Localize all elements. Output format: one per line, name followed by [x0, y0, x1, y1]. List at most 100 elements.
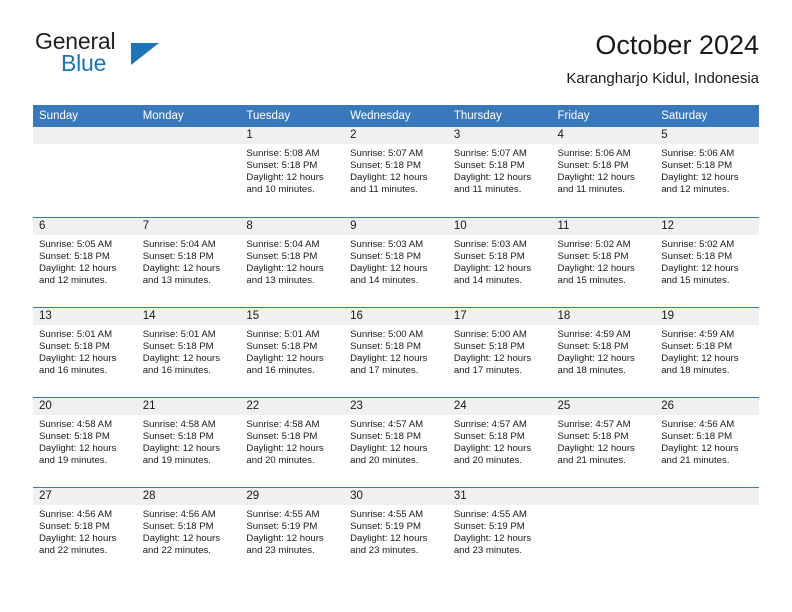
day-number: 27	[33, 487, 137, 505]
calendar-day-cell[interactable]: 25 Sunrise: 4:57 AM Sunset: 5:18 PM Dayligh…	[551, 396, 656, 487]
day-number: 12	[655, 217, 759, 235]
day-details: Sunrise: 5:05 AM Sunset: 5:18 PM Daylight:…	[33, 235, 137, 287]
page-title: October 2024	[595, 30, 759, 60]
day-detail-line: Sunset: 5:19 PM	[246, 520, 318, 532]
day-detail-line: Sunrise: 5:05 AM	[39, 238, 113, 250]
calendar-day-cell[interactable]: 15 Sunrise: 5:01 AM Sunset: 5:18 PM Dayligh…	[240, 306, 345, 397]
calendar-day-cell[interactable]: 13 Sunrise: 5:01 AM Sunset: 5:18 PM Dayligh…	[33, 306, 137, 397]
weekday-header-friday: Friday	[551, 105, 656, 127]
day-number	[655, 487, 759, 505]
day-details: Sunrise: 5:06 AM Sunset: 5:18 PM Daylight:…	[655, 144, 759, 196]
day-detail-line: Sunrise: 4:57 AM	[350, 418, 424, 430]
day-detail-line: Daylight: 12 hours	[246, 262, 324, 274]
weekday-header-tuesday: Tuesday	[240, 105, 345, 127]
calendar-day-cell[interactable]: 9 Sunrise: 5:03 AM Sunset: 5:18 PM Daylight…	[344, 216, 448, 307]
calendar-day-cell[interactable]: 28 Sunrise: 4:56 AM Sunset: 5:18 PM Dayligh…	[136, 486, 241, 577]
day-detail-line: and 21 minutes.	[661, 454, 730, 466]
day-detail-line: Sunrise: 5:06 AM	[557, 148, 631, 159]
day-number: 28	[136, 487, 241, 505]
day-details: Sunrise: 4:57 AM Sunset: 5:18 PM Daylight:…	[552, 415, 656, 467]
day-number: 18	[551, 307, 656, 325]
calendar-day-cell[interactable]: 6 Sunrise: 5:05 AM Sunset: 5:18 PM Daylight…	[33, 216, 137, 307]
day-detail-line: and 20 minutes.	[350, 454, 419, 466]
day-detail-line: Sunset: 5:18 PM	[39, 340, 110, 352]
calendar-day-cell[interactable]: 31 Sunrise: 4:55 AM Sunset: 5:19 PM Dayligh…	[447, 486, 552, 577]
calendar-week-row: 20 Sunrise: 4:58 AM Sunset: 5:18 PM Dayligh…	[33, 396, 759, 487]
day-detail-line: Daylight: 12 hours	[453, 532, 532, 544]
day-detail-line: and 16 minutes.	[39, 364, 108, 376]
day-number: 1	[240, 127, 345, 144]
weekday-header-thursday: Thursday	[447, 105, 552, 127]
day-detail-line: Sunrise: 4:55 AM	[350, 508, 424, 520]
calendar-day-cell[interactable]: 4 Sunrise: 5:06 AM Sunset: 5:18 PM Daylight…	[551, 127, 656, 217]
calendar-day-cell[interactable]: 22 Sunrise: 4:58 AM Sunset: 5:18 PM Dayligh…	[240, 396, 345, 487]
calendar-day-cell-empty	[136, 127, 241, 217]
day-detail-line: Sunrise: 5:01 AM	[142, 328, 216, 340]
calendar-week-row: 6 Sunrise: 5:05 AM Sunset: 5:18 PM Daylight…	[33, 216, 759, 307]
calendar-day-cell[interactable]: 21 Sunrise: 4:58 AM Sunset: 5:18 PM Dayligh…	[136, 396, 241, 487]
calendar-day-cell[interactable]: 16 Sunrise: 5:00 AM Sunset: 5:18 PM Dayligh…	[344, 306, 448, 397]
day-detail-line: and 17 minutes.	[453, 364, 523, 376]
day-number: 15	[240, 307, 345, 325]
calendar-grid: Sunday Monday Tuesday Wednesday Thursday Frid…	[33, 105, 759, 577]
day-detail-line: Sunrise: 4:59 AM	[661, 328, 735, 340]
day-detail-line: Daylight: 12 hours	[661, 172, 739, 184]
calendar-day-cell[interactable]: 24 Sunrise: 4:57 AM Sunset: 5:18 PM Dayligh…	[447, 396, 552, 487]
day-detail-line: and 18 minutes.	[557, 364, 626, 376]
calendar-day-cell[interactable]: 11 Sunrise: 5:02 AM Sunset: 5:18 PM Dayligh…	[551, 216, 656, 307]
page-header: General Blue October 2024 Karangharjo Ki…	[33, 28, 759, 100]
day-detail-line: Daylight: 12 hours	[246, 352, 324, 364]
calendar-day-cell[interactable]: 2 Sunrise: 5:07 AM Sunset: 5:18 PM Daylight…	[344, 127, 448, 217]
calendar-day-cell[interactable]: 1 Sunrise: 5:08 AM Sunset: 5:18 PM Daylight…	[240, 127, 345, 217]
day-detail-line: and 11 minutes.	[453, 184, 522, 196]
day-detail-line: Sunrise: 5:02 AM	[557, 238, 631, 250]
day-detail-line: Daylight: 12 hours	[557, 442, 635, 454]
brand-logo[interactable]: General Blue	[33, 28, 253, 90]
day-details: Sunrise: 4:56 AM Sunset: 5:18 PM Daylight:…	[33, 505, 137, 557]
calendar-day-cell[interactable]: 27 Sunrise: 4:56 AM Sunset: 5:18 PM Dayligh…	[33, 486, 137, 577]
day-detail-line: Daylight: 12 hours	[453, 352, 532, 364]
calendar-day-cell[interactable]: 18 Sunrise: 4:59 AM Sunset: 5:18 PM Dayligh…	[551, 306, 656, 397]
day-detail-line: Sunset: 5:18 PM	[142, 430, 214, 442]
day-detail-line: Daylight: 12 hours	[39, 262, 117, 274]
calendar-day-cell[interactable]: 5 Sunrise: 5:06 AM Sunset: 5:18 PM Daylight…	[655, 127, 759, 217]
calendar-day-cell[interactable]: 26 Sunrise: 4:56 AM Sunset: 5:18 PM Dayligh…	[655, 396, 759, 487]
calendar-day-cell[interactable]: 10 Sunrise: 5:03 AM Sunset: 5:18 PM Dayligh…	[447, 216, 552, 307]
title-block: October 2024 Karangharjo Kidul, Indonesi…	[566, 28, 759, 90]
brand-name-bottom: Blue	[61, 50, 107, 76]
weekday-header-saturday: Saturday	[655, 105, 759, 127]
calendar-header-row: Sunday Monday Tuesday Wednesday Thursday Frid…	[33, 105, 759, 127]
day-details: Sunrise: 5:01 AM Sunset: 5:18 PM Daylight:…	[240, 325, 344, 377]
calendar-day-cell[interactable]: 19 Sunrise: 4:59 AM Sunset: 5:18 PM Dayligh…	[655, 306, 759, 397]
day-detail-line: Sunset: 5:18 PM	[661, 250, 733, 262]
day-detail-line: Daylight: 12 hours	[661, 262, 739, 274]
day-detail-line: and 13 minutes.	[142, 274, 211, 286]
day-detail-line: Sunrise: 4:56 AM	[661, 418, 735, 430]
calendar-day-cell[interactable]: 17 Sunrise: 5:00 AM Sunset: 5:18 PM Dayligh…	[447, 306, 552, 397]
day-number: 13	[33, 307, 137, 325]
day-number: 3	[447, 127, 552, 144]
day-detail-line: and 19 minutes.	[142, 454, 211, 466]
day-detail-line: Daylight: 12 hours	[557, 172, 635, 184]
day-detail-line: Daylight: 12 hours	[350, 172, 428, 184]
day-detail-line: Sunrise: 5:01 AM	[246, 328, 320, 340]
calendar-day-cell[interactable]: 7 Sunrise: 5:04 AM Sunset: 5:18 PM Daylight…	[136, 216, 241, 307]
day-number: 21	[136, 397, 241, 415]
weekday-header-wednesday: Wednesday	[344, 105, 448, 127]
day-detail-line: Sunrise: 5:07 AM	[350, 148, 424, 159]
day-detail-line: Sunrise: 4:58 AM	[246, 418, 320, 430]
calendar-day-cell[interactable]: 14 Sunrise: 5:01 AM Sunset: 5:18 PM Dayligh…	[136, 306, 241, 397]
day-detail-line: Daylight: 12 hours	[39, 352, 117, 364]
calendar-day-cell[interactable]: 12 Sunrise: 5:02 AM Sunset: 5:18 PM Dayligh…	[655, 216, 759, 307]
calendar-day-cell[interactable]: 3 Sunrise: 5:07 AM Sunset: 5:18 PM Daylight…	[447, 127, 552, 217]
calendar-day-cell[interactable]: 20 Sunrise: 4:58 AM Sunset: 5:18 PM Dayligh…	[33, 396, 137, 487]
day-detail-line: Sunrise: 5:01 AM	[39, 328, 113, 340]
calendar-day-cell[interactable]: 29 Sunrise: 4:55 AM Sunset: 5:19 PM Dayligh…	[240, 486, 345, 577]
day-number: 22	[240, 397, 345, 415]
calendar-day-cell[interactable]: 30 Sunrise: 4:55 AM Sunset: 5:19 PM Dayligh…	[344, 486, 448, 577]
day-detail-line: and 10 minutes.	[246, 184, 315, 196]
calendar-day-cell[interactable]: 23 Sunrise: 4:57 AM Sunset: 5:18 PM Dayligh…	[344, 396, 448, 487]
calendar-day-cell[interactable]: 8 Sunrise: 5:04 AM Sunset: 5:18 PM Daylight…	[240, 216, 345, 307]
day-detail-line: and 21 minutes.	[557, 454, 626, 466]
day-details: Sunrise: 5:01 AM Sunset: 5:18 PM Daylight:…	[137, 325, 241, 377]
